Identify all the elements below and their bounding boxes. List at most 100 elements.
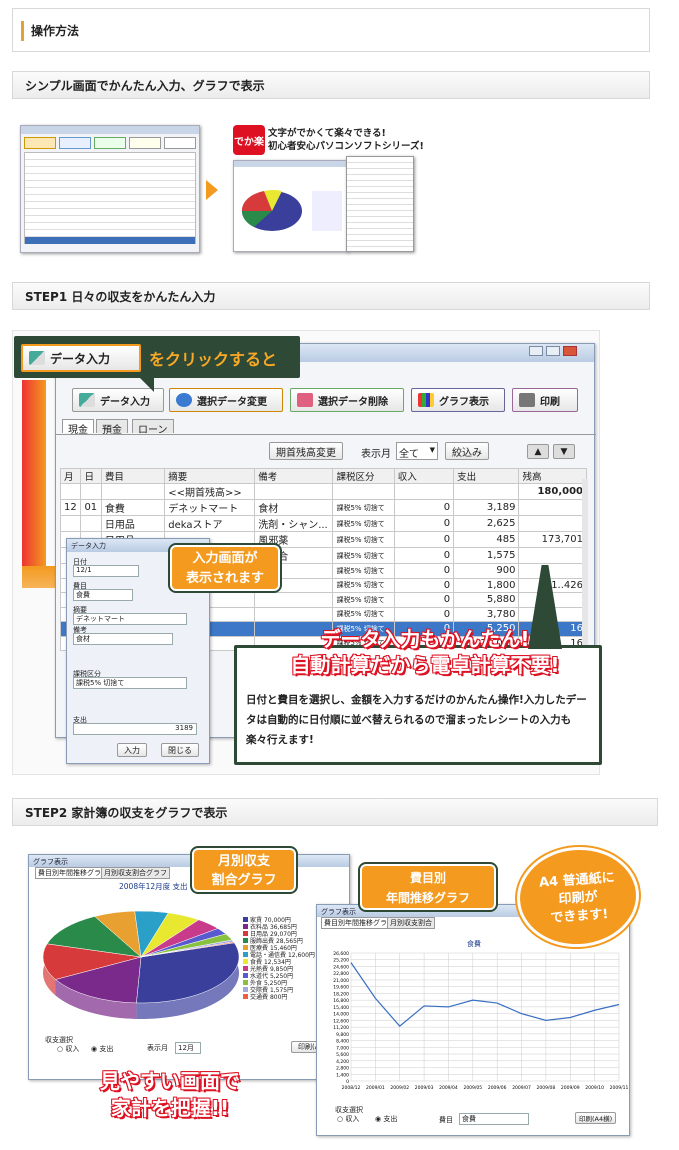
pie-legend: 家賃 70,000円 衣料品 36,685円 日用品 29,070円 服飾出費 28,… bbox=[243, 917, 315, 1001]
ratio-line-2: 割合グラフ bbox=[211, 873, 277, 888]
x-tick-label: 2009/02 bbox=[390, 1085, 409, 1091]
col-income: 収入 bbox=[393, 468, 455, 484]
legend-swatch bbox=[243, 973, 248, 978]
graph2-print-button[interactable]: 印刷(A4横) bbox=[575, 1112, 617, 1124]
cell-in: 0 bbox=[393, 577, 455, 593]
tab-yearly-trend[interactable]: 費目別年間推移グラフ bbox=[35, 867, 111, 879]
legend-item: 交通費 800円 bbox=[243, 994, 315, 1001]
month-select[interactable]: 全て ▼ bbox=[396, 442, 438, 460]
maximize-button[interactable] bbox=[546, 346, 560, 356]
legend-item: 家賃 70,000円 bbox=[243, 917, 315, 924]
scroll-up-button[interactable]: ▲ bbox=[527, 444, 549, 459]
legend-label: 光熱費 bbox=[250, 966, 269, 973]
delete-data-label: 選択データ削除 bbox=[318, 396, 388, 408]
legend-value: 15,460円 bbox=[269, 945, 297, 952]
month-select-value: 全て bbox=[399, 449, 419, 460]
chevron-down-icon: ▼ bbox=[429, 446, 435, 454]
section-header-simple: シンプル画面でかんたん入力、グラフで表示 bbox=[12, 71, 650, 99]
tab-loan[interactable]: ローン bbox=[132, 419, 174, 436]
filter-button[interactable]: 絞込み bbox=[445, 442, 489, 460]
table-header-row: 月 日 費目 摘要 備考 課税区分 収入 支出 残高 bbox=[59, 468, 587, 484]
table-row[interactable]: 12 01 食費 デネットマート 食材 課税5% 切捨て 0 3,189 bbox=[59, 499, 587, 516]
col-summary: 摘要 bbox=[164, 468, 256, 484]
delete-data-button[interactable]: 選択データ削除 bbox=[290, 388, 404, 412]
legend-label: 衣料品 bbox=[250, 924, 269, 931]
category-field[interactable]: 食費 bbox=[73, 589, 133, 601]
tax-select[interactable]: 課税5% 切捨て bbox=[73, 677, 187, 689]
note-field[interactable]: 食材 bbox=[73, 633, 173, 645]
radio-expense-label: 支出 bbox=[99, 1045, 114, 1053]
note-value: 食材 bbox=[76, 635, 90, 643]
dialog-close-button[interactable]: 閉じる bbox=[161, 743, 199, 757]
tab-yearly-trend-2[interactable]: 費目別年間推移グラフ bbox=[321, 917, 397, 929]
cell-m bbox=[59, 515, 82, 532]
promo-text: 文字がでかくて楽々できる! 初心者安心パソコンソフトシリーズ! bbox=[268, 127, 424, 153]
trend-line-2: 年間推移グラフ bbox=[385, 891, 470, 905]
legend-label: 交通費 bbox=[250, 994, 269, 1001]
logo-text: でか楽 bbox=[234, 136, 264, 148]
thumb-pie bbox=[241, 190, 342, 231]
tab-savings[interactable]: 預金 bbox=[96, 419, 128, 436]
radio-expense-label-2: 支出 bbox=[383, 1115, 398, 1123]
table-row[interactable]: <<期首残高>> 180,000 bbox=[59, 483, 587, 500]
tab-monthly-ratio-2[interactable]: 月別収支割合 bbox=[387, 917, 435, 929]
x-tick-label: 2009/07 bbox=[512, 1085, 531, 1091]
y-tick-label: 5,600 bbox=[336, 1052, 349, 1058]
col-note: 備考 bbox=[254, 468, 334, 484]
y-tick-label: 26,600 bbox=[333, 951, 349, 957]
radio-income[interactable]: ○ 収入 bbox=[57, 1044, 79, 1054]
cell-cat: 日用品 bbox=[100, 515, 166, 532]
dialog-input-button[interactable]: 入力 bbox=[117, 743, 147, 757]
cell-note bbox=[254, 606, 334, 622]
cell-tax bbox=[332, 483, 395, 500]
legend-swatch bbox=[243, 931, 248, 936]
x-tick-label: 2009/04 bbox=[439, 1085, 458, 1091]
radio-expense-2[interactable]: ◉ 支出 bbox=[375, 1114, 397, 1124]
radio-expense[interactable]: ◉ 支出 bbox=[91, 1044, 113, 1054]
y-tick-label: 19,600 bbox=[333, 985, 349, 991]
y-tick-label: 25,200 bbox=[333, 958, 349, 964]
change-data-button[interactable]: 選択データ変更 bbox=[169, 388, 283, 412]
col-category: 費目 bbox=[100, 468, 166, 484]
table-row[interactable]: 日用品 dekaストア 洗剤・シャン... 課税5% 切捨て 0 2,625 bbox=[59, 515, 587, 532]
summary-field[interactable]: デネットマート bbox=[73, 613, 187, 625]
line-series bbox=[350, 962, 620, 1027]
bar-chart-icon bbox=[418, 393, 434, 407]
cell-in bbox=[393, 483, 455, 500]
minimize-button[interactable] bbox=[529, 346, 543, 356]
y-tick-label: 0 bbox=[346, 1079, 349, 1085]
page-title-text: 操作方法 bbox=[31, 23, 80, 38]
cell-bal bbox=[518, 547, 587, 564]
tab-monthly-ratio[interactable]: 月別収支割合グラフ bbox=[101, 867, 170, 879]
graph-button[interactable]: グラフ表示 bbox=[411, 388, 505, 412]
expense-field[interactable]: 3189 bbox=[73, 723, 197, 735]
legend-swatch bbox=[243, 980, 248, 985]
legend-swatch bbox=[243, 945, 248, 950]
radio-income-2[interactable]: ○ 収入 bbox=[337, 1114, 359, 1124]
cell-in: 0 bbox=[393, 515, 455, 532]
date-field[interactable]: 12/1 bbox=[73, 565, 139, 577]
data-input-label: データ入力 bbox=[100, 396, 150, 408]
ratio-line-1: 月別収支 bbox=[217, 854, 270, 869]
close-button[interactable] bbox=[563, 346, 577, 356]
tab-cash[interactable]: 現金 bbox=[62, 419, 94, 436]
x-tick-label: 2009/09 bbox=[561, 1085, 580, 1091]
cell-note: 洗剤・シャン... bbox=[254, 515, 334, 532]
cell-tax: 課税5% 切捨て bbox=[332, 531, 395, 548]
graph2-title: グラフ表示 bbox=[321, 908, 356, 916]
cell-out bbox=[453, 483, 520, 500]
callout-easy-title: データ入力もかんたん! 自動計算だから電卓計算不要! bbox=[255, 626, 595, 678]
change-opening-balance-button[interactable]: 期首残高変更 bbox=[269, 442, 343, 460]
scroll-down-button[interactable]: ▼ bbox=[553, 444, 575, 459]
cell-in: 0 bbox=[393, 547, 455, 564]
y-tick-label: 2,800 bbox=[336, 1066, 349, 1072]
thumb-main-window bbox=[20, 125, 200, 253]
print-button[interactable]: 印刷 bbox=[512, 388, 578, 412]
category-filter-select[interactable]: 食費 bbox=[459, 1113, 529, 1125]
graph-month-select[interactable]: 12月 bbox=[175, 1042, 201, 1054]
cell-bal: 1..426 bbox=[518, 577, 587, 593]
y-tick-label: 14,000 bbox=[333, 1012, 349, 1018]
legend-item: 外食 5,250円 bbox=[243, 980, 315, 987]
cell-sum: デネットマート bbox=[164, 499, 256, 516]
legend-label: 家賃 bbox=[250, 917, 263, 924]
